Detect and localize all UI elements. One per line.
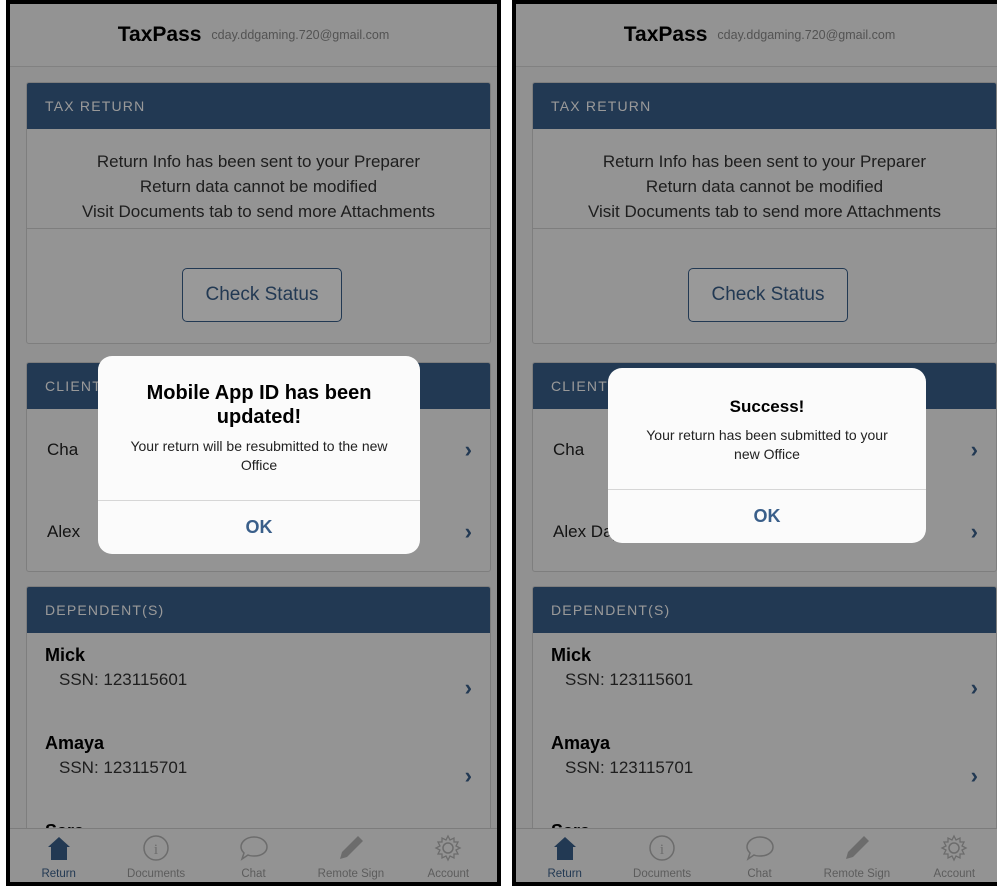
alert-dialog: Success! Your return has been submitted … — [608, 368, 926, 543]
alert-message: Your return has been submitted to your n… — [646, 427, 888, 462]
ok-button[interactable]: OK — [608, 489, 926, 543]
alert-title: Mobile App ID has been updated! — [146, 382, 372, 428]
alert-dialog: Mobile App ID has been updated! Your ret… — [98, 356, 420, 554]
screenshot-stage: TaxPass cday.ddgaming.720@gmail.com TAX … — [0, 0, 997, 886]
alert-title: Success! — [729, 397, 805, 416]
phone-screen-left: TaxPass cday.ddgaming.720@gmail.com TAX … — [6, 0, 501, 886]
alert-message: Your return will be resubmitted to the n… — [130, 438, 388, 473]
phone-screen-right: TaxPass cday.ddgaming.720@gmail.com TAX … — [512, 0, 997, 886]
ok-button[interactable]: OK — [98, 500, 420, 554]
